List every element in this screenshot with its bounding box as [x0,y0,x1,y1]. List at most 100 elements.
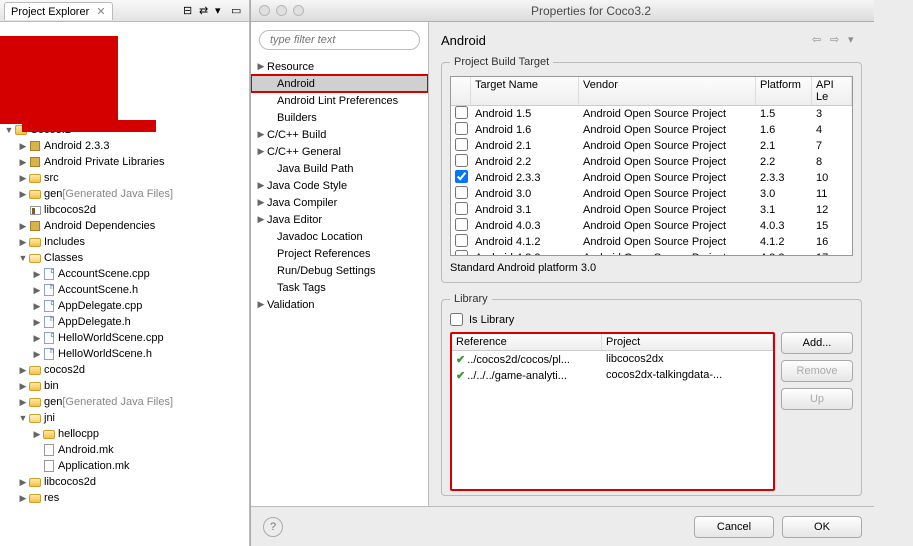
disclosure-arrow-icon[interactable]: ▼ [18,250,28,266]
category-item[interactable]: Java Build Path [251,160,428,177]
tree-row[interactable]: ▼jni [2,410,249,426]
disclosure-arrow-icon[interactable]: ▶ [255,180,267,191]
target-checkbox[interactable] [455,122,468,135]
category-item[interactable]: Project References [251,245,428,262]
category-item[interactable]: ▶Java Editor [251,211,428,228]
disclosure-arrow-icon[interactable]: ▶ [32,266,42,282]
target-checkbox[interactable] [455,186,468,199]
category-item[interactable]: Android [251,75,428,92]
tree-row[interactable]: ▶cocos2d [2,362,249,378]
col-project[interactable]: Project [602,334,773,350]
disclosure-arrow-icon[interactable]: ▶ [18,186,28,202]
disclosure-arrow-icon[interactable]: ▶ [255,146,267,157]
help-icon[interactable]: ? [263,517,283,537]
tree-row[interactable]: ▶HelloWorldScene.cpp [2,330,249,346]
view-menu-icon[interactable]: ▾ [215,4,229,18]
tree-row[interactable]: ▶AppDelegate.h [2,314,249,330]
tree-row[interactable]: ▶libcocos2d [2,474,249,490]
col-api[interactable]: API Le [812,77,852,105]
target-checkbox[interactable] [455,106,468,119]
disclosure-arrow-icon[interactable]: ▶ [32,298,42,314]
table-row[interactable]: Android 3.1Android Open Source Project3.… [451,202,852,218]
tree-row[interactable]: ▶bin [2,378,249,394]
disclosure-arrow-icon[interactable]: ▶ [32,282,42,298]
tree-row[interactable]: ▶gen [Generated Java Files] [2,394,249,410]
minimize-icon[interactable]: ▭ [231,4,245,18]
table-row[interactable]: Android 3.0Android Open Source Project3.… [451,186,852,202]
link-editor-icon[interactable]: ⇄ [199,4,213,18]
category-item[interactable]: ▶Resource [251,58,428,75]
disclosure-arrow-icon[interactable]: ▶ [18,490,28,506]
target-checkbox[interactable] [455,154,468,167]
table-row[interactable]: Android 1.5Android Open Source Project1.… [451,106,852,122]
disclosure-arrow-icon[interactable]: ▶ [18,138,28,154]
minimize-window-icon[interactable] [276,5,287,16]
tree-row[interactable]: ▶src [2,170,249,186]
category-item[interactable]: Javadoc Location [251,228,428,245]
close-icon[interactable]: ✕ [96,6,105,18]
back-icon[interactable]: ⇦ [812,33,826,47]
table-row[interactable]: Android 4.0.3Android Open Source Project… [451,218,852,234]
cancel-button[interactable]: Cancel [694,516,774,538]
disclosure-arrow-icon[interactable]: ▶ [18,170,28,186]
disclosure-arrow-icon[interactable]: ▶ [18,474,28,490]
table-row[interactable]: ✔../cocos2d/cocos/pl...libcocos2dx [452,351,773,367]
category-item[interactable]: ▶C/C++ Build [251,126,428,143]
tree-row[interactable]: ▶AccountScene.h [2,282,249,298]
disclosure-arrow-icon[interactable]: ▶ [255,129,267,140]
table-row[interactable]: Android 1.6Android Open Source Project1.… [451,122,852,138]
tree-row[interactable]: libcocos2d [2,202,249,218]
col-platform[interactable]: Platform [756,77,812,105]
target-checkbox[interactable] [455,170,468,183]
target-checkbox[interactable] [455,250,468,256]
col-vendor[interactable]: Vendor [579,77,756,105]
add-button[interactable]: Add... [781,332,853,354]
target-checkbox[interactable] [455,218,468,231]
disclosure-arrow-icon[interactable]: ▶ [255,197,267,208]
remove-button[interactable]: Remove [781,360,853,382]
library-reference-table[interactable]: Reference Project ✔../cocos2d/cocos/pl..… [450,332,775,491]
forward-icon[interactable]: ⇨ [830,33,844,47]
is-library-checkbox[interactable] [450,313,463,326]
ok-button[interactable]: OK [782,516,862,538]
disclosure-arrow-icon[interactable]: ▶ [32,426,42,442]
zoom-window-icon[interactable] [293,5,304,16]
disclosure-arrow-icon[interactable]: ▼ [4,122,14,138]
disclosure-arrow-icon[interactable]: ▶ [18,394,28,410]
close-window-icon[interactable] [259,5,270,16]
target-checkbox[interactable] [455,202,468,215]
filter-input[interactable] [259,30,420,50]
tree-row[interactable]: ▶Includes [2,234,249,250]
disclosure-arrow-icon[interactable]: ▶ [32,346,42,362]
disclosure-arrow-icon[interactable]: ▶ [18,154,28,170]
tree-row[interactable]: Application.mk [2,458,249,474]
category-tree[interactable]: ▶ResourceAndroidAndroid Lint Preferences… [251,58,428,506]
table-row[interactable]: ✔../../../game-analyti...cocos2dx-talkin… [452,367,773,383]
disclosure-arrow-icon[interactable]: ▶ [18,234,28,250]
table-row[interactable]: Android 2.3.3Android Open Source Project… [451,170,852,186]
dropdown-menu-icon[interactable]: ▾ [848,33,862,47]
tree-row[interactable]: ▶AccountScene.cpp [2,266,249,282]
category-item[interactable]: ▶Java Compiler [251,194,428,211]
tree-row[interactable]: ▶Android Private Libraries [2,154,249,170]
category-item[interactable]: ▶C/C++ General [251,143,428,160]
build-target-table[interactable]: Target Name Vendor Platform API Le Andro… [450,76,853,256]
disclosure-arrow-icon[interactable]: ▶ [255,299,267,310]
tree-row[interactable]: ▶gen [Generated Java Files] [2,186,249,202]
disclosure-arrow-icon[interactable]: ▶ [255,61,267,72]
category-item[interactable]: Task Tags [251,279,428,296]
tree-row[interactable]: ▶Android 2.3.3 [2,138,249,154]
disclosure-arrow-icon[interactable]: ▶ [18,362,28,378]
col-reference[interactable]: Reference [452,334,602,350]
explorer-tree[interactable]: ▼Coco3.2▶Android 2.3.3▶Android Private L… [0,120,249,506]
category-item[interactable]: Run/Debug Settings [251,262,428,279]
disclosure-arrow-icon[interactable]: ▼ [18,410,28,426]
tree-row[interactable]: ▼Classes [2,250,249,266]
table-row[interactable]: Android 4.2.2Android Open Source Project… [451,250,852,256]
category-item[interactable]: Builders [251,109,428,126]
tree-row[interactable]: ▶HelloWorldScene.h [2,346,249,362]
category-item[interactable]: ▶Validation [251,296,428,313]
category-item[interactable]: ▶Java Code Style [251,177,428,194]
project-explorer-tab[interactable]: Project Explorer ✕ [4,2,113,20]
tree-row[interactable]: ▶res [2,490,249,506]
